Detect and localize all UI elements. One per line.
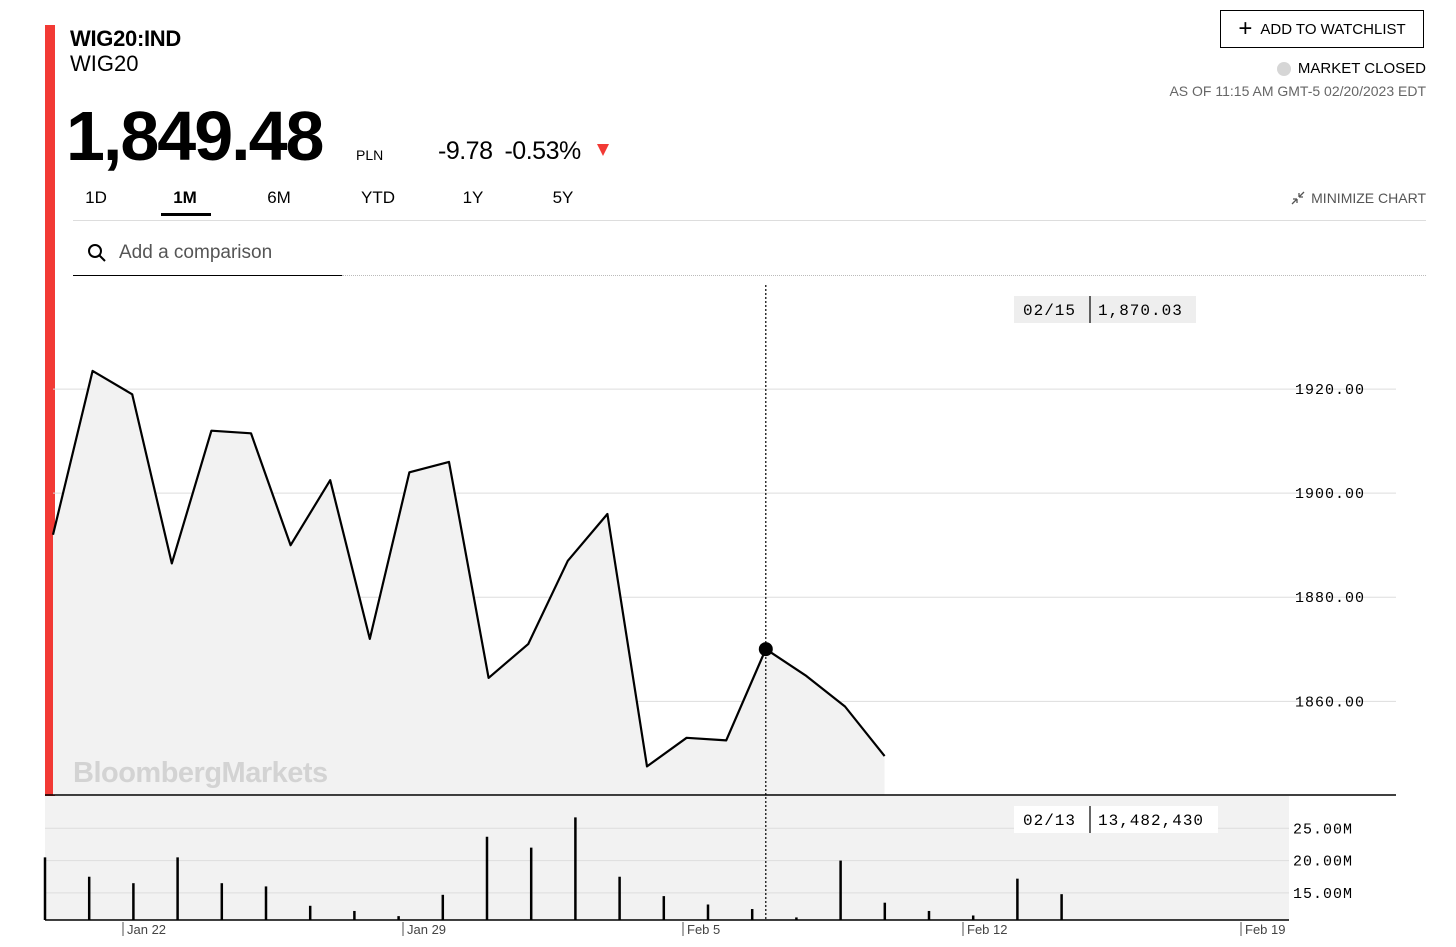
price-chart[interactable]: 1920.00 1900.00 1880.00 1860.00 BloombergMa…	[0, 0, 1456, 947]
price-tooltip-value: 1,870.03	[1098, 302, 1183, 320]
date-tick-label: Jan 22	[127, 922, 166, 937]
price-tick-label: 1900.00	[1295, 486, 1365, 503]
price-area	[53, 370, 885, 795]
volume-axis: 25.00M 20.00M 15.00M	[1293, 821, 1353, 903]
price-tick-label: 1860.00	[1295, 694, 1365, 711]
date-tick-label: Jan 29	[407, 922, 446, 937]
date-tick-label: Feb 5	[687, 922, 720, 937]
price-tooltip-date: 02/15	[1023, 302, 1076, 320]
volume-tooltip: 02/13 13,482,430	[1014, 806, 1218, 833]
hover-point	[758, 642, 773, 657]
volume-tick-label: 15.00M	[1293, 886, 1353, 903]
price-tick-label: 1920.00	[1295, 382, 1365, 399]
date-tick-label: Feb 19	[1245, 922, 1285, 937]
price-axis: 1920.00 1900.00 1880.00 1860.00	[1295, 382, 1365, 711]
volume-tooltip-value: 13,482,430	[1098, 812, 1204, 830]
date-tick-label: Feb 12	[967, 922, 1007, 937]
price-tick-label: 1880.00	[1295, 590, 1365, 607]
date-axis: Jan 22 Jan 29 Feb 5 Feb 12 Feb 19	[122, 922, 1285, 937]
bloomberg-watermark: BloombergMarkets	[73, 757, 328, 789]
volume-tick-label: 20.00M	[1293, 854, 1353, 871]
volume-tooltip-date: 02/13	[1023, 812, 1076, 830]
volume-tick-label: 25.00M	[1293, 821, 1353, 838]
price-tooltip: 02/15 1,870.03	[1014, 296, 1196, 323]
